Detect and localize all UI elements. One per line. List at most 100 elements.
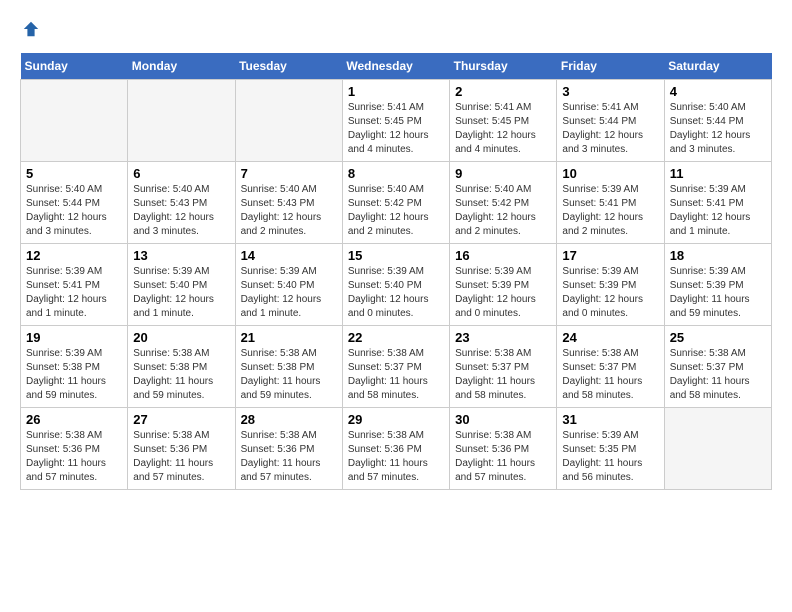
day-number: 16 xyxy=(455,248,551,263)
page-header xyxy=(20,20,772,38)
day-number: 11 xyxy=(670,166,766,181)
day-number: 4 xyxy=(670,84,766,99)
calendar-cell: 5 Sunrise: 5:40 AM Sunset: 5:44 PM Daylig… xyxy=(21,162,128,244)
calendar-cell: 27 Sunrise: 5:38 AM Sunset: 5:36 PM Dayli… xyxy=(128,408,235,490)
day-info: Sunrise: 5:40 AM Sunset: 5:43 PM Dayligh… xyxy=(241,183,337,239)
day-number: 7 xyxy=(241,166,337,181)
calendar-cell: 14 Sunrise: 5:39 AM Sunset: 5:40 PM Dayli… xyxy=(235,244,342,326)
calendar-cell: 7 Sunrise: 5:40 AM Sunset: 5:43 PM Daylig… xyxy=(235,162,342,244)
calendar-cell: 11 Sunrise: 5:39 AM Sunset: 5:41 PM Dayli… xyxy=(664,162,771,244)
day-info: Sunrise: 5:38 AM Sunset: 5:36 PM Dayligh… xyxy=(455,429,551,485)
day-number: 23 xyxy=(455,330,551,345)
day-number: 1 xyxy=(348,84,444,99)
day-info: Sunrise: 5:40 AM Sunset: 5:43 PM Dayligh… xyxy=(133,183,229,239)
calendar-cell: 2 Sunrise: 5:41 AM Sunset: 5:45 PM Daylig… xyxy=(450,80,557,162)
day-info: Sunrise: 5:39 AM Sunset: 5:35 PM Dayligh… xyxy=(562,429,658,485)
day-info: Sunrise: 5:39 AM Sunset: 5:39 PM Dayligh… xyxy=(670,265,766,321)
day-header-saturday: Saturday xyxy=(664,53,771,80)
day-number: 22 xyxy=(348,330,444,345)
day-number: 5 xyxy=(26,166,122,181)
calendar-cell: 21 Sunrise: 5:38 AM Sunset: 5:38 PM Dayli… xyxy=(235,326,342,408)
calendar-cell: 26Sunrise: 5:38 AM Sunset: 5:36 PM Dayli… xyxy=(21,408,128,490)
day-info: Sunrise: 5:39 AM Sunset: 5:41 PM Dayligh… xyxy=(670,183,766,239)
day-number: 12 xyxy=(26,248,122,263)
calendar-cell: 12 Sunrise: 5:39 AM Sunset: 5:41 PM Dayli… xyxy=(21,244,128,326)
day-info: Sunrise: 5:39 AM Sunset: 5:40 PM Dayligh… xyxy=(348,265,444,321)
calendar-cell: 25Sunrise: 5:38 AM Sunset: 5:37 PM Dayli… xyxy=(664,326,771,408)
calendar-cell: 22 Sunrise: 5:38 AM Sunset: 5:37 PM Dayli… xyxy=(342,326,449,408)
day-header-sunday: Sunday xyxy=(21,53,128,80)
calendar-cell: 24Sunrise: 5:38 AM Sunset: 5:37 PM Dayli… xyxy=(557,326,664,408)
day-info: Sunrise: 5:38 AM Sunset: 5:37 PM Dayligh… xyxy=(455,347,551,403)
calendar-cell: 19 Sunrise: 5:39 AM Sunset: 5:38 PM Dayli… xyxy=(21,326,128,408)
header-row: SundayMondayTuesdayWednesdayThursdayFrid… xyxy=(21,53,772,80)
day-info: Sunrise: 5:39 AM Sunset: 5:39 PM Dayligh… xyxy=(562,265,658,321)
day-info: Sunrise: 5:39 AM Sunset: 5:40 PM Dayligh… xyxy=(133,265,229,321)
calendar-table: SundayMondayTuesdayWednesdayThursdayFrid… xyxy=(20,53,772,490)
day-info: Sunrise: 5:39 AM Sunset: 5:41 PM Dayligh… xyxy=(562,183,658,239)
day-number: 2 xyxy=(455,84,551,99)
day-number: 30 xyxy=(455,412,551,427)
calendar-week-2: 5 Sunrise: 5:40 AM Sunset: 5:44 PM Daylig… xyxy=(21,162,772,244)
day-number: 31 xyxy=(562,412,658,427)
day-number: 21 xyxy=(241,330,337,345)
day-info: Sunrise: 5:38 AM Sunset: 5:37 PM Dayligh… xyxy=(562,347,658,403)
day-info: Sunrise: 5:40 AM Sunset: 5:42 PM Dayligh… xyxy=(455,183,551,239)
day-number: 14 xyxy=(241,248,337,263)
calendar-cell: 4 Sunrise: 5:40 AM Sunset: 5:44 PM Daylig… xyxy=(664,80,771,162)
day-info: Sunrise: 5:38 AM Sunset: 5:37 PM Dayligh… xyxy=(348,347,444,403)
calendar-cell: 18 Sunrise: 5:39 AM Sunset: 5:39 PM Dayli… xyxy=(664,244,771,326)
calendar-cell: 20 Sunrise: 5:38 AM Sunset: 5:38 PM Dayli… xyxy=(128,326,235,408)
day-info: Sunrise: 5:38 AM Sunset: 5:38 PM Dayligh… xyxy=(133,347,229,403)
day-info: Sunrise: 5:40 AM Sunset: 5:44 PM Dayligh… xyxy=(26,183,122,239)
day-number: 18 xyxy=(670,248,766,263)
calendar-cell: 10 Sunrise: 5:39 AM Sunset: 5:41 PM Dayli… xyxy=(557,162,664,244)
day-number: 19 xyxy=(26,330,122,345)
day-header-tuesday: Tuesday xyxy=(235,53,342,80)
day-number: 15 xyxy=(348,248,444,263)
day-number: 25 xyxy=(670,330,766,345)
day-number: 29 xyxy=(348,412,444,427)
day-info: Sunrise: 5:39 AM Sunset: 5:40 PM Dayligh… xyxy=(241,265,337,321)
calendar-cell: 30 Sunrise: 5:38 AM Sunset: 5:36 PM Dayli… xyxy=(450,408,557,490)
day-number: 20 xyxy=(133,330,229,345)
day-info: Sunrise: 5:39 AM Sunset: 5:38 PM Dayligh… xyxy=(26,347,122,403)
day-number: 27 xyxy=(133,412,229,427)
calendar-cell: 6 Sunrise: 5:40 AM Sunset: 5:43 PM Daylig… xyxy=(128,162,235,244)
calendar-cell: 23 Sunrise: 5:38 AM Sunset: 5:37 PM Dayli… xyxy=(450,326,557,408)
calendar-cell xyxy=(664,408,771,490)
day-info: Sunrise: 5:41 AM Sunset: 5:44 PM Dayligh… xyxy=(562,101,658,157)
day-header-thursday: Thursday xyxy=(450,53,557,80)
day-info: Sunrise: 5:38 AM Sunset: 5:38 PM Dayligh… xyxy=(241,347,337,403)
day-header-wednesday: Wednesday xyxy=(342,53,449,80)
calendar-week-1: 1 Sunrise: 5:41 AM Sunset: 5:45 PM Daylig… xyxy=(21,80,772,162)
day-info: Sunrise: 5:41 AM Sunset: 5:45 PM Dayligh… xyxy=(455,101,551,157)
day-info: Sunrise: 5:38 AM Sunset: 5:36 PM Dayligh… xyxy=(241,429,337,485)
calendar-week-5: 26Sunrise: 5:38 AM Sunset: 5:36 PM Dayli… xyxy=(21,408,772,490)
day-header-monday: Monday xyxy=(128,53,235,80)
day-number: 10 xyxy=(562,166,658,181)
day-info: Sunrise: 5:39 AM Sunset: 5:41 PM Dayligh… xyxy=(26,265,122,321)
day-info: Sunrise: 5:38 AM Sunset: 5:36 PM Dayligh… xyxy=(133,429,229,485)
day-info: Sunrise: 5:39 AM Sunset: 5:39 PM Dayligh… xyxy=(455,265,551,321)
day-info: Sunrise: 5:41 AM Sunset: 5:45 PM Dayligh… xyxy=(348,101,444,157)
day-number: 8 xyxy=(348,166,444,181)
day-number: 17 xyxy=(562,248,658,263)
day-info: Sunrise: 5:38 AM Sunset: 5:36 PM Dayligh… xyxy=(26,429,122,485)
calendar-cell: 3Sunrise: 5:41 AM Sunset: 5:44 PM Daylig… xyxy=(557,80,664,162)
calendar-cell: 15 Sunrise: 5:39 AM Sunset: 5:40 PM Dayli… xyxy=(342,244,449,326)
day-info: Sunrise: 5:40 AM Sunset: 5:42 PM Dayligh… xyxy=(348,183,444,239)
calendar-cell: 29 Sunrise: 5:38 AM Sunset: 5:36 PM Dayli… xyxy=(342,408,449,490)
logo xyxy=(20,20,40,38)
day-info: Sunrise: 5:40 AM Sunset: 5:44 PM Dayligh… xyxy=(670,101,766,157)
calendar-cell xyxy=(128,80,235,162)
calendar-cell: 17 Sunrise: 5:39 AM Sunset: 5:39 PM Dayli… xyxy=(557,244,664,326)
calendar-cell xyxy=(235,80,342,162)
calendar-cell: 8 Sunrise: 5:40 AM Sunset: 5:42 PM Daylig… xyxy=(342,162,449,244)
logo-icon xyxy=(22,20,40,38)
calendar-week-4: 19 Sunrise: 5:39 AM Sunset: 5:38 PM Dayli… xyxy=(21,326,772,408)
day-number: 9 xyxy=(455,166,551,181)
day-number: 28 xyxy=(241,412,337,427)
day-number: 6 xyxy=(133,166,229,181)
day-info: Sunrise: 5:38 AM Sunset: 5:36 PM Dayligh… xyxy=(348,429,444,485)
